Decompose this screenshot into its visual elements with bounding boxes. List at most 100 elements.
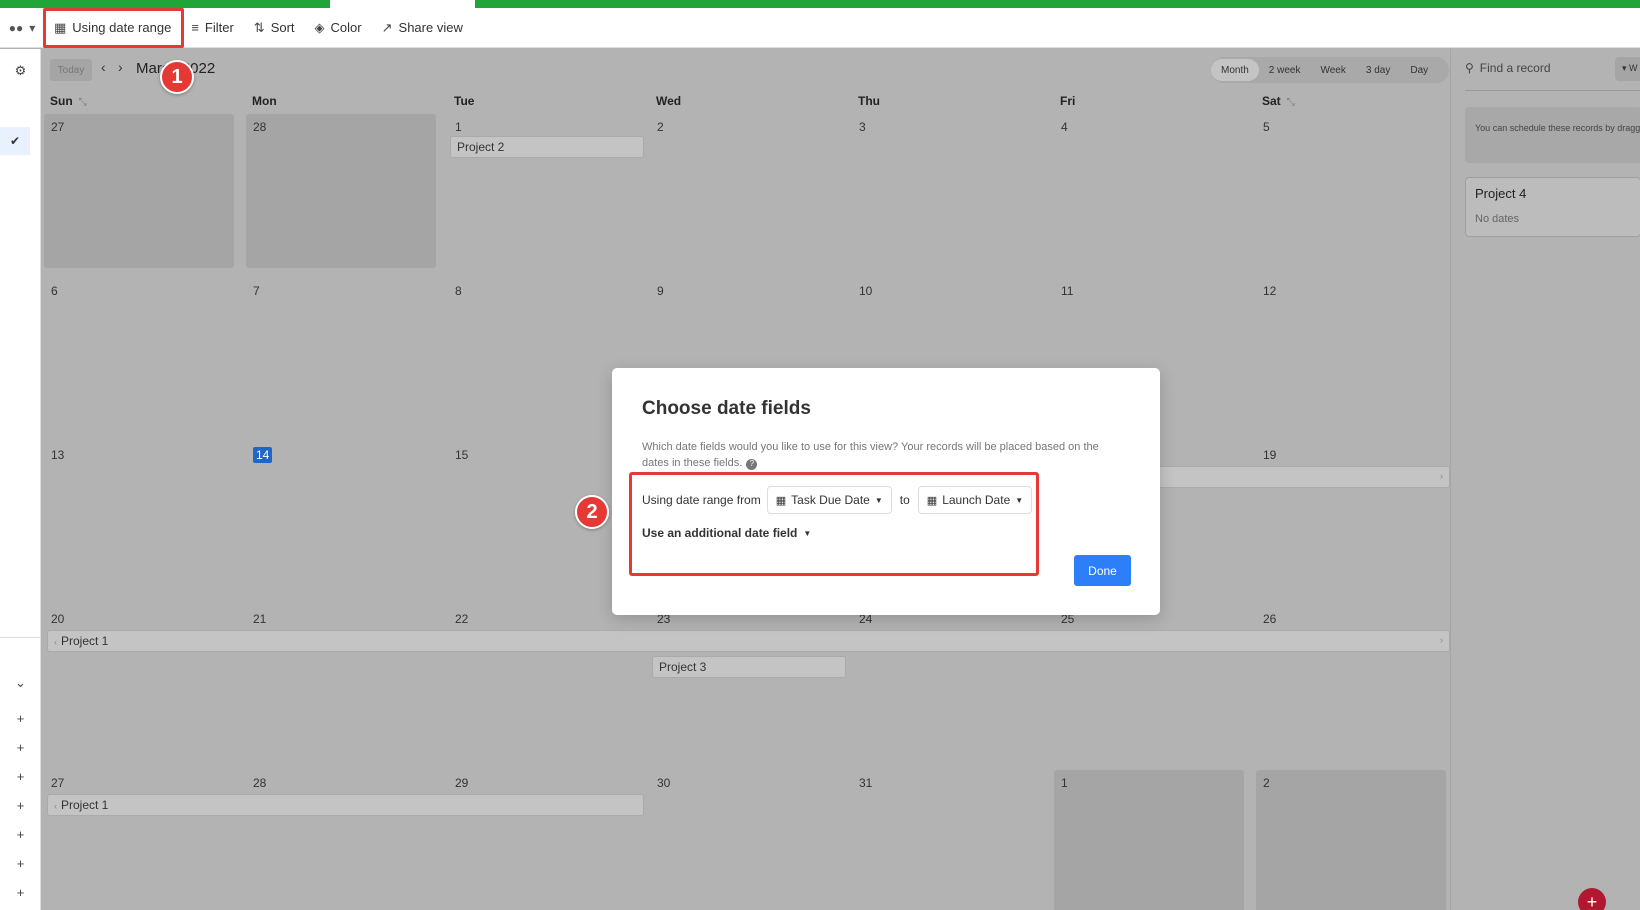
plus-icon: + bbox=[1586, 891, 1598, 910]
calendar-icon: ▦ bbox=[775, 494, 787, 507]
day-cell[interactable]: 2 bbox=[1256, 770, 1446, 910]
view-month[interactable]: Month bbox=[1211, 59, 1259, 81]
plus-icon[interactable]: + bbox=[0, 885, 41, 900]
caret-down-icon: ▼ bbox=[1015, 495, 1024, 505]
search-placeholder: Find a record bbox=[1479, 61, 1551, 75]
chevron-right-icon[interactable]: › bbox=[118, 59, 123, 75]
chevron-right-icon: › bbox=[1440, 635, 1443, 645]
day-cell[interactable]: 2 bbox=[650, 114, 840, 268]
color-button[interactable]: ◈ Color bbox=[305, 14, 372, 42]
people-icon: ●● bbox=[8, 20, 24, 35]
help-icon[interactable]: ? bbox=[746, 458, 758, 470]
filter-button[interactable]: ≡ Filter bbox=[181, 14, 243, 42]
chevron-left-icon: ‹ bbox=[54, 637, 57, 647]
caret-down-icon: ▼ bbox=[803, 528, 812, 538]
calendar-icon: ▦ bbox=[926, 494, 938, 507]
additional-date-field-toggle[interactable]: Use an additional date field ▼ bbox=[642, 526, 811, 540]
collapse-icon[interactable]: ⤡ bbox=[1287, 97, 1295, 108]
day-cell[interactable]: 14 bbox=[246, 442, 436, 596]
today-date-badge: 14 bbox=[253, 447, 273, 463]
day-cell[interactable]: 5 bbox=[1256, 114, 1446, 268]
gear-icon[interactable]: ⚙ bbox=[0, 63, 41, 79]
top-tab-strip bbox=[0, 0, 1640, 8]
dow-wed: Wed bbox=[656, 94, 682, 108]
today-button[interactable]: Today bbox=[50, 59, 92, 81]
dow-fri: Fri bbox=[1060, 94, 1076, 108]
caret-down-icon: ▼ bbox=[874, 495, 883, 505]
dow-thu: Thu bbox=[858, 94, 880, 108]
done-button[interactable]: Done bbox=[1074, 555, 1131, 586]
range-from-label: Using date range from bbox=[642, 493, 761, 507]
day-cell[interactable]: 31 bbox=[852, 770, 1042, 910]
plus-icon[interactable]: + bbox=[0, 798, 41, 813]
day-cell[interactable]: 8 bbox=[448, 278, 638, 432]
dialog-description: Which date fields would you like to use … bbox=[642, 441, 1099, 470]
active-table-tab[interactable] bbox=[330, 0, 475, 8]
day-cell[interactable]: 30 bbox=[650, 770, 840, 910]
view-3-day[interactable]: 3 day bbox=[1356, 59, 1400, 81]
day-cell[interactable]: 12 bbox=[1256, 278, 1446, 432]
day-cell[interactable]: 15 bbox=[448, 442, 638, 596]
sidebar-view-selected[interactable]: ✔ bbox=[0, 127, 30, 155]
day-cell[interactable]: 27 bbox=[44, 114, 234, 268]
view-switcher: Month 2 week Week 3 day Day bbox=[1211, 57, 1449, 83]
day-cell[interactable]: 13 bbox=[44, 442, 234, 596]
panel-divider bbox=[1465, 90, 1640, 91]
event-project-2[interactable]: Project 2 bbox=[450, 136, 644, 158]
day-cell[interactable]: 1 bbox=[1054, 770, 1244, 910]
chevron-down-icon[interactable]: ⌄ bbox=[0, 675, 41, 691]
plus-icon[interactable]: + bbox=[0, 856, 41, 871]
plus-icon[interactable]: + bbox=[0, 740, 41, 755]
sort-button[interactable]: ⇅ Sort bbox=[244, 14, 305, 42]
end-date-field-select[interactable]: ▦ Launch Date ▼ bbox=[917, 486, 1033, 514]
chevron-right-icon: › bbox=[1440, 471, 1443, 481]
day-cell[interactable]: 3 bbox=[852, 114, 1042, 268]
add-record-button[interactable]: + bbox=[1578, 888, 1606, 910]
day-cell[interactable]: 4 bbox=[1054, 114, 1244, 268]
search-icon: ⚲ bbox=[1465, 61, 1474, 75]
schedule-hint: You can schedule these records by draggi… bbox=[1465, 107, 1640, 163]
color-label: Color bbox=[330, 20, 362, 35]
calendar-header: Today ‹ › March 2022 Month 2 week Week 3… bbox=[41, 49, 1450, 91]
view-day[interactable]: Day bbox=[1400, 59, 1438, 81]
share-icon: ↗ bbox=[381, 19, 393, 35]
day-cell[interactable]: 29 bbox=[448, 770, 638, 910]
view-2-week[interactable]: 2 week bbox=[1259, 59, 1311, 81]
day-cell[interactable]: 28 bbox=[246, 114, 436, 268]
event-project-1-continued[interactable]: ‹ Project 1 bbox=[47, 794, 644, 816]
check-icon: ✔ bbox=[9, 134, 21, 148]
dow-tue: Tue bbox=[454, 94, 475, 108]
record-title: Project 4 bbox=[1475, 186, 1527, 201]
day-cell[interactable]: 7 bbox=[246, 278, 436, 432]
people-menu[interactable]: ●● ▾ bbox=[0, 8, 44, 48]
dialog-title: Choose date fields bbox=[642, 398, 811, 419]
calendar-icon: ▦ bbox=[54, 19, 67, 35]
date-range-button[interactable]: ▦ Using date range bbox=[42, 7, 185, 48]
find-record-search[interactable]: ⚲ Find a record bbox=[1465, 61, 1551, 75]
unscheduled-record-card[interactable]: Project 4 No dates bbox=[1465, 177, 1640, 237]
days-of-week-row: Sun ⤡ Mon Tue Wed Thu Fri Sat ⤡ bbox=[41, 91, 1450, 113]
sort-icon: ⇅ bbox=[253, 19, 265, 35]
collapse-icon[interactable]: ⤡ bbox=[79, 97, 87, 108]
date-range-label: Using date range bbox=[72, 20, 172, 35]
chevron-left-icon[interactable]: ‹ bbox=[101, 59, 106, 75]
filter-icon: ≡ bbox=[191, 20, 199, 35]
day-cell[interactable]: 27 bbox=[44, 770, 234, 910]
dow-mon: Mon bbox=[252, 94, 277, 108]
plus-icon[interactable]: + bbox=[0, 769, 41, 784]
day-cell[interactable]: 6 bbox=[44, 278, 234, 432]
to-label: to bbox=[899, 493, 910, 507]
event-project-1[interactable]: ‹ Project 1 › bbox=[47, 630, 1450, 652]
plus-icon[interactable]: + bbox=[0, 827, 41, 842]
annotation-badge-2: 2 bbox=[575, 495, 609, 529]
date-range-row: Using date range from ▦ Task Due Date ▼ … bbox=[642, 486, 1033, 514]
start-date-field-select[interactable]: ▦ Task Due Date ▼ bbox=[766, 486, 892, 514]
event-project-3[interactable]: Project 3 bbox=[652, 656, 846, 678]
day-cell[interactable]: 28 bbox=[246, 770, 436, 910]
chevron-down-icon: ▾ bbox=[29, 20, 36, 35]
records-filter-dropdown[interactable]: ▾ W bbox=[1615, 57, 1640, 81]
view-week[interactable]: Week bbox=[1310, 59, 1355, 81]
share-view-button[interactable]: ↗ Share view bbox=[372, 14, 473, 42]
paint-bucket-icon: ◈ bbox=[314, 19, 325, 35]
plus-icon[interactable]: + bbox=[0, 711, 41, 726]
